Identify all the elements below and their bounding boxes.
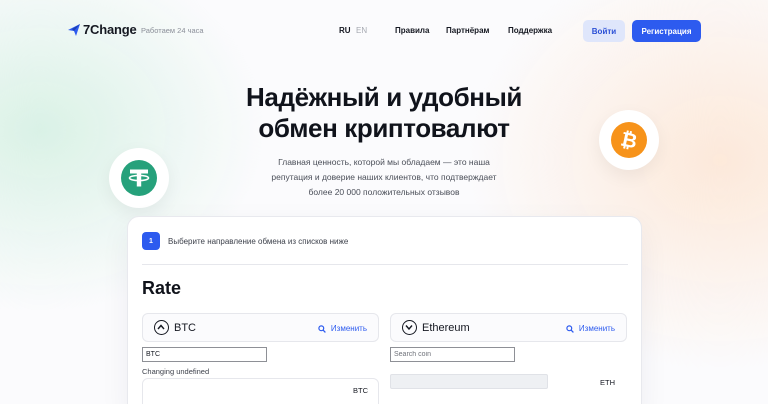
divider bbox=[142, 264, 628, 265]
to-change-label: Изменить bbox=[578, 324, 615, 333]
hero-title: Надёжный и удобный обмен криптовалют bbox=[184, 82, 584, 144]
site-header: 7Change Работаем 24 часа RU EN Правила П… bbox=[0, 0, 768, 62]
tether-badge bbox=[109, 148, 169, 208]
tagline: Работаем 24 часа bbox=[141, 26, 204, 35]
step-badge: 1 bbox=[142, 232, 160, 250]
step-instruction: Выберите направление обмена из списков н… bbox=[168, 237, 349, 246]
to-coin-selector[interactable]: Ethereum Изменить bbox=[390, 313, 627, 342]
lang-en-switch[interactable]: EN bbox=[356, 26, 367, 35]
chevron-down-icon[interactable] bbox=[402, 320, 417, 335]
from-coin-name: BTC bbox=[174, 322, 196, 334]
nav-partners-link[interactable]: Партнёрам bbox=[446, 26, 489, 35]
changing-label: Changing undefined bbox=[142, 367, 210, 376]
from-coin-search-input[interactable] bbox=[142, 347, 267, 362]
exchange-card: 1 Выберите направление обмена из списков… bbox=[127, 216, 642, 404]
nav-support-link[interactable]: Поддержка bbox=[508, 26, 552, 35]
from-change-link[interactable]: Изменить bbox=[318, 324, 367, 333]
to-amount-field[interactable] bbox=[390, 374, 548, 389]
to-coin-search-input[interactable] bbox=[390, 347, 515, 362]
login-button[interactable]: Войти bbox=[583, 20, 625, 42]
search-icon bbox=[318, 324, 326, 333]
bitcoin-icon: ₿ bbox=[611, 122, 647, 158]
search-icon bbox=[566, 324, 574, 333]
logo-text: 7Change bbox=[83, 22, 137, 37]
from-coin-selector[interactable]: BTC Изменить bbox=[142, 313, 379, 342]
hero-subtitle-line: более 20 000 положительных отзывов bbox=[308, 187, 460, 197]
logo-icon bbox=[68, 23, 80, 36]
logo[interactable]: 7Change bbox=[67, 22, 137, 37]
hero-subtitle-line: репутация и доверие наших клиентов, что … bbox=[271, 172, 497, 182]
from-currency-code: BTC bbox=[353, 386, 368, 395]
rate-title: Rate bbox=[142, 278, 182, 298]
tether-icon bbox=[121, 160, 157, 196]
to-change-link[interactable]: Изменить bbox=[566, 324, 615, 333]
chevron-up-icon[interactable] bbox=[154, 320, 169, 335]
hero-subtitle-line: Главная ценность, которой мы обладаем — … bbox=[278, 157, 490, 167]
to-coin-name: Ethereum bbox=[422, 322, 470, 334]
hero-subtitle: Главная ценность, которой мы обладаем — … bbox=[244, 155, 524, 200]
register-button[interactable]: Регистрация bbox=[632, 20, 701, 42]
hero-title-line: обмен криптовалют bbox=[258, 113, 510, 143]
bitcoin-badge: ₿ bbox=[599, 110, 659, 170]
hero-title-line: Надёжный и удобный bbox=[246, 82, 522, 112]
from-amount-field[interactable]: BTC bbox=[142, 378, 379, 404]
from-change-label: Изменить bbox=[330, 324, 367, 333]
to-currency-code: ETH bbox=[600, 378, 615, 387]
lang-ru-switch[interactable]: RU bbox=[339, 26, 351, 35]
nav-rules-link[interactable]: Правила bbox=[395, 26, 429, 35]
